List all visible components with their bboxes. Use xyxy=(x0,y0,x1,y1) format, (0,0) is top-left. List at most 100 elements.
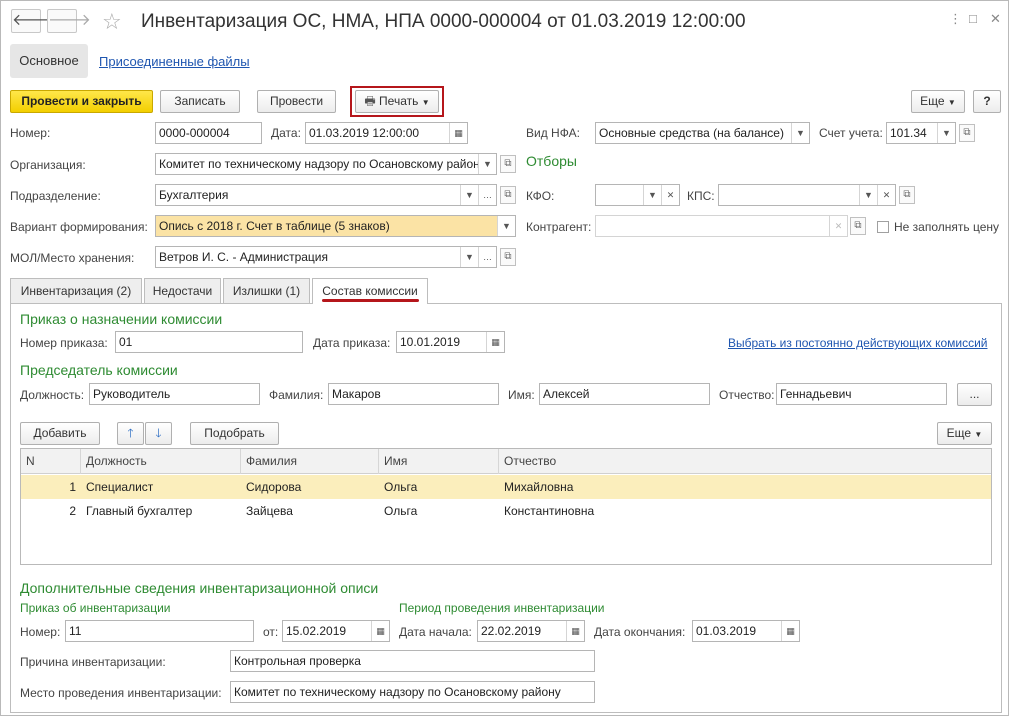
reason-label: Причина инвентаризации: xyxy=(20,655,166,669)
start-date-field[interactable]: 22.02.2019 ▦ xyxy=(477,620,585,642)
chevron-down-icon: ▼ xyxy=(947,98,956,107)
add-button[interactable]: Добавить xyxy=(20,422,100,445)
place-field[interactable]: Комитет по техническому надзору по Осано… xyxy=(230,681,595,703)
cell-position: Главный бухгалтер xyxy=(86,504,193,518)
table-row[interactable]: 2 Главный бухгалтер Зайцева Ольга Конста… xyxy=(21,499,991,523)
col-patronymic[interactable]: Отчество xyxy=(499,449,991,474)
no-price-checkbox[interactable] xyxy=(877,221,889,233)
order-date-field[interactable]: 10.01.2019 ▦ xyxy=(396,331,505,353)
kfo-field[interactable]: ▼ ✕ xyxy=(595,184,680,206)
col-name[interactable]: Имя xyxy=(379,449,499,474)
chevron-down-icon[interactable]: ▼ xyxy=(791,123,809,143)
account-field[interactable]: 101.34 ▼ xyxy=(886,122,956,144)
tab-surpluses[interactable]: Излишки (1) xyxy=(223,278,310,303)
chevron-down-icon[interactable]: ▼ xyxy=(478,154,496,174)
open-icon[interactable]: ⧉ xyxy=(959,124,975,142)
cell-patronymic: Константиновна xyxy=(504,504,595,518)
open-icon[interactable]: ⧉ xyxy=(500,155,516,173)
open-icon[interactable]: ⧉ xyxy=(899,186,915,204)
maximize-icon[interactable]: □ xyxy=(969,11,977,26)
forward-button[interactable]: 🡒 xyxy=(47,9,91,33)
help-button[interactable]: ? xyxy=(973,90,1001,113)
tab-attached-files[interactable]: Присоединенные файлы xyxy=(99,54,250,69)
calendar-icon[interactable]: ▦ xyxy=(486,332,504,352)
cell-patronymic: Михайловна xyxy=(504,480,574,494)
save-button[interactable]: Записать xyxy=(160,90,240,113)
star-icon[interactable]: ☆ xyxy=(102,9,122,35)
nfa-type-select[interactable]: Основные средства (на балансе) ▼ xyxy=(595,122,810,144)
more-button[interactable]: Еще ▼ xyxy=(911,90,965,113)
calendar-icon[interactable]: ▦ xyxy=(449,123,467,143)
print-button[interactable]: 🖶 Печать ▼ xyxy=(355,90,439,113)
chevron-down-icon[interactable]: ▼ xyxy=(497,216,515,236)
position-field[interactable]: Руководитель xyxy=(89,383,260,405)
org-field[interactable]: Комитет по техническому надзору по Осано… xyxy=(155,153,497,175)
contractor-field[interactable]: ✕ xyxy=(595,215,848,237)
post-button[interactable]: Провести xyxy=(257,90,336,113)
clear-icon[interactable]: ✕ xyxy=(829,216,847,236)
order-date-label: Дата приказа: xyxy=(313,336,391,350)
chevron-down-icon[interactable]: ▼ xyxy=(859,185,877,205)
filters-title: Отборы xyxy=(526,153,577,169)
open-icon[interactable]: ⧉ xyxy=(500,248,516,266)
chevron-down-icon[interactable]: ▼ xyxy=(460,247,478,267)
subdivision-field[interactable]: Бухгалтерия ▼ … xyxy=(155,184,497,206)
date-value: 01.03.2019 12:00:00 xyxy=(309,126,420,140)
open-icon[interactable]: ⧉ xyxy=(850,217,866,235)
variant-select[interactable]: Опись с 2018 г. Счет в таблице (5 знаков… xyxy=(155,215,516,237)
name-label: Имя: xyxy=(508,388,535,402)
select-dots-icon[interactable]: … xyxy=(478,185,496,205)
back-button[interactable]: 🡐 xyxy=(11,9,55,33)
chevron-down-icon[interactable]: ▼ xyxy=(460,185,478,205)
move-down-button[interactable]: 🡓 xyxy=(145,422,172,445)
tab-main[interactable]: Основное xyxy=(10,44,88,78)
end-date-field[interactable]: 01.03.2019 ▦ xyxy=(692,620,800,642)
number-field[interactable]: 0000-000004 xyxy=(155,122,262,144)
commission-table: N Должность Фамилия Имя Отчество 1 Специ… xyxy=(20,448,992,565)
pick-button[interactable]: Подобрать xyxy=(190,422,279,445)
inv-from-date-field[interactable]: 15.02.2019 ▦ xyxy=(282,620,390,642)
chevron-down-icon[interactable]: ▼ xyxy=(937,123,955,143)
place-label: Место проведения инвентаризации: xyxy=(20,686,222,700)
subdivision-label: Подразделение: xyxy=(10,189,101,203)
name-field[interactable]: Алексей xyxy=(539,383,710,405)
order-number-field[interactable]: 01 xyxy=(115,331,303,353)
table-row[interactable]: 1 Специалист Сидорова Ольга Михайловна xyxy=(21,475,991,499)
close-icon[interactable]: ✕ xyxy=(990,11,1001,27)
no-price-label: Не заполнять цену xyxy=(894,220,1000,234)
reason-field[interactable]: Контрольная проверка xyxy=(230,650,595,672)
col-surname[interactable]: Фамилия xyxy=(241,449,379,474)
col-n[interactable]: N xyxy=(21,449,81,474)
cell-name: Ольга xyxy=(384,504,418,518)
nfa-type-value: Основные средства (на балансе) xyxy=(599,126,784,140)
dots-button[interactable]: ... xyxy=(957,383,992,406)
col-position[interactable]: Должность xyxy=(81,449,241,474)
mol-field[interactable]: Ветров И. С. - Администрация ▼ … xyxy=(155,246,497,268)
clear-icon[interactable]: ✕ xyxy=(661,185,679,205)
move-up-button[interactable]: 🡑 xyxy=(117,422,144,445)
more-options-icon[interactable]: ⋮ xyxy=(949,11,962,27)
variant-value: Опись с 2018 г. Счет в таблице (5 знаков… xyxy=(159,219,390,233)
select-commission-link[interactable]: Выбрать из постоянно действующих комисси… xyxy=(728,336,988,350)
open-icon[interactable]: ⧉ xyxy=(500,186,516,204)
calendar-icon[interactable]: ▦ xyxy=(781,621,799,641)
order-title: Приказ о назначении комиссии xyxy=(20,311,223,327)
table-more-button[interactable]: Еще ▼ xyxy=(937,422,992,445)
patronymic-field[interactable]: Геннадьевич xyxy=(776,383,947,405)
post-and-close-button[interactable]: Провести и закрыть xyxy=(10,90,153,113)
select-dots-icon[interactable]: … xyxy=(478,247,496,267)
inv-number-field[interactable]: 11 xyxy=(65,620,254,642)
calendar-icon[interactable]: ▦ xyxy=(566,621,584,641)
position-label: Должность: xyxy=(20,388,85,402)
date-field[interactable]: 01.03.2019 12:00:00 ▦ xyxy=(305,122,468,144)
clear-icon[interactable]: ✕ xyxy=(877,185,895,205)
chevron-down-icon[interactable]: ▼ xyxy=(643,185,661,205)
tab-inventory[interactable]: Инвентаризация (2) xyxy=(10,278,142,303)
cell-surname: Сидорова xyxy=(246,480,302,494)
cell-n: 2 xyxy=(69,504,76,518)
calendar-icon[interactable]: ▦ xyxy=(371,621,389,641)
tab-shortages[interactable]: Недостачи xyxy=(144,278,221,303)
surname-field[interactable]: Макаров xyxy=(328,383,499,405)
kps-field[interactable]: ▼ ✕ xyxy=(718,184,896,206)
arrow-up-icon: 🡑 xyxy=(127,426,134,440)
